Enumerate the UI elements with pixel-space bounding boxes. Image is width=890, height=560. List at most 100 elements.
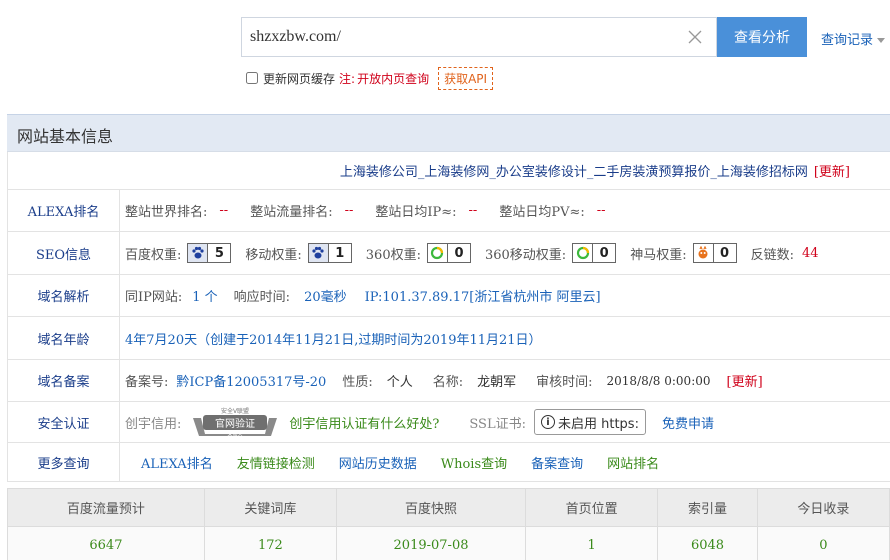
seal-main-text: 官网验证	[215, 417, 255, 430]
s360-weight-key: 360权重:	[365, 247, 421, 263]
stats-header: 首页位置	[525, 488, 659, 527]
official-verification-seal-icon[interactable]: 安全V联盟 官网验证 未加入	[191, 406, 279, 438]
s360-weight-value: 0	[454, 245, 464, 261]
search-box[interactable]	[241, 17, 717, 57]
section-title: 网站基本信息	[7, 114, 890, 152]
caret-down-icon	[877, 38, 886, 43]
icp-time-key: 审核时间:	[536, 375, 593, 390]
more-label: 更多查询	[8, 443, 120, 481]
ssl-status-badge[interactable]: i 未启用 https:	[533, 409, 646, 435]
alexa-content: 整站世界排名: -- 整站流量排名: -- 整站日均IP≈: -- 整站日均PV…	[120, 201, 890, 220]
shenma-horse-icon	[693, 244, 714, 262]
alexa-world-rank-key: 整站世界排名:	[125, 205, 208, 220]
s360-weight-badge[interactable]: 0	[426, 243, 471, 263]
stats-header: 索引量	[657, 488, 758, 527]
domain-age-value: 4年7月20天（创建于2014年11月21日,过期时间为2019年11月21日）	[125, 332, 542, 348]
domain-age-content: 4年7月20天（创建于2014年11月21日,过期时间为2019年11月21日）	[120, 329, 890, 348]
query-history-label: 查询记录	[821, 33, 874, 48]
domain-age-row: 域名年龄 4年7月20天（创建于2014年11月21日,过期时间为2019年11…	[8, 317, 890, 360]
more-link-rank[interactable]: 网站排名	[607, 453, 659, 472]
s360-mobile-weight-badge[interactable]: 0	[572, 243, 617, 263]
trust-key: 创宇信用:	[125, 416, 182, 432]
site-title-row: 上海装修公司_上海装修网_办公室装修设计_二手房装潢预算报价_上海装修招标网 […	[8, 152, 890, 190]
alexa-daily-ip-key: 整站日均IP≈:	[375, 205, 457, 220]
more-link-history[interactable]: 网站历史数据	[339, 453, 417, 472]
s360-mobile-weight-value: 0	[599, 245, 609, 261]
seo-row: SEO信息 百度权重: 5 移动权重: 1 360权重: 0 360移动权重: …	[8, 232, 890, 275]
baidu-weight-badge[interactable]: 5	[187, 243, 232, 263]
baidu-weight-key: 百度权重:	[125, 247, 182, 263]
response-time-value: 20毫秒	[304, 290, 347, 305]
baidu-mobile-paw-icon	[308, 244, 329, 262]
stats-value[interactable]: 172	[203, 526, 337, 560]
free-ssl-link[interactable]: 免费申请	[662, 413, 714, 432]
note-value: 开放内页查询	[357, 71, 430, 86]
security-content: 创宇信用: 安全V联盟 官网验证 未加入 创宇信用认证有什么好处? SSL证书:…	[120, 406, 890, 438]
icp-no-value[interactable]: 黔ICP备12005317号-20	[176, 371, 326, 390]
stats-value[interactable]: 6647	[7, 526, 205, 560]
same-ip-key: 同IP网站:	[125, 290, 183, 305]
ssl-status-text: 未启用 https:	[557, 416, 639, 432]
shenma-weight-key: 神马权重:	[630, 247, 687, 263]
query-history-dropdown[interactable]: 查询记录	[821, 29, 886, 48]
seal-top-text: 安全V联盟	[221, 407, 249, 415]
stats-header: 关键词库	[203, 488, 337, 527]
alexa-world-rank-value: --	[219, 203, 229, 218]
backlink-key: 反链数:	[750, 247, 794, 263]
shenma-weight-value: 0	[720, 245, 730, 261]
alexa-label: ALEXA排名	[8, 190, 120, 231]
domain-age-label: 域名年龄	[8, 317, 120, 359]
more-links: ALEXA排名 友情链接检测 网站历史数据 Whois查询 备案查询 网站排名	[120, 453, 890, 472]
s360-mobile-icon	[573, 244, 594, 262]
stats-value[interactable]: 0	[756, 526, 890, 560]
dns-content: 同IP网站: 1 个 响应时间: 20毫秒 IP:101.37.89.17[浙江…	[120, 286, 890, 305]
backlink-value[interactable]: 44	[802, 246, 819, 261]
s360-icon	[427, 244, 448, 262]
site-title-update-link[interactable]: [更新]	[814, 161, 850, 180]
alexa-traffic-rank-value: --	[344, 203, 354, 218]
security-row: 安全认证 创宇信用: 安全V联盟 官网验证 未加入 创宇信用认证有什么好处? S…	[8, 402, 890, 443]
s360-mobile-weight-key: 360移动权重:	[484, 247, 567, 263]
stats-value[interactable]: 1	[525, 526, 659, 560]
baidu-weight-value: 5	[214, 245, 224, 261]
stats-header: 今日收录	[756, 488, 890, 527]
more-link-friendlinks[interactable]: 友情链接检测	[237, 453, 315, 472]
more-link-icp[interactable]: 备案查询	[531, 453, 583, 472]
icp-update-link[interactable]: [更新]	[727, 371, 763, 390]
note-key: 注:	[339, 71, 356, 86]
icp-nature-value: 个人	[386, 375, 413, 390]
icp-name-value: 龙朝军	[477, 375, 517, 390]
refresh-cache-label[interactable]: 更新网页缓存	[263, 70, 335, 87]
icp-label: 域名备案	[8, 360, 120, 401]
search-input[interactable]	[250, 26, 670, 48]
alexa-daily-ip-value: --	[468, 203, 478, 218]
get-api-link[interactable]: 获取API	[438, 66, 494, 90]
stats-header: 百度快照	[335, 488, 527, 527]
alexa-daily-pv-key: 整站日均PV≈:	[499, 205, 585, 220]
mobile-weight-key: 移动权重:	[245, 247, 302, 263]
close-icon[interactable]	[686, 28, 704, 46]
stats-value-row: 6647 172 2019-07-08 1 6048 0	[7, 526, 890, 560]
alexa-daily-pv-value: --	[596, 203, 606, 218]
info-icon: i	[540, 415, 555, 429]
dns-label: 域名解析	[8, 275, 120, 316]
alexa-row: ALEXA排名 整站世界排名: -- 整站流量排名: -- 整站日均IP≈: -…	[8, 190, 890, 232]
trust-benefits-link[interactable]: 创宇信用认证有什么好处?	[289, 413, 439, 432]
icp-time-value: 2018/8/8 0:00:00	[606, 373, 711, 388]
refresh-cache-checkbox[interactable]	[246, 72, 258, 84]
more-link-whois[interactable]: Whois查询	[441, 453, 507, 472]
icp-row: 域名备案 备案号: 黔ICP备12005317号-20 性质: 个人 名称: 龙…	[8, 360, 890, 402]
baidu-paw-icon	[188, 244, 209, 262]
more-link-alexa[interactable]: ALEXA排名	[141, 453, 213, 472]
shenma-weight-badge[interactable]: 0	[692, 243, 737, 263]
alexa-traffic-rank-key: 整站流量排名:	[250, 205, 333, 220]
same-ip-value[interactable]: 1 个	[192, 286, 217, 305]
search-button[interactable]: 查看分析	[717, 17, 807, 57]
icp-no-key: 备案号:	[125, 375, 169, 390]
stats-value[interactable]: 6048	[657, 526, 758, 560]
icp-content: 备案号: 黔ICP备12005317号-20 性质: 个人 名称: 龙朝军 审核…	[120, 371, 890, 391]
search-options: 更新网页缓存 注: 开放内页查询 获取API	[246, 66, 494, 90]
stats-header: 百度流量预计	[7, 488, 205, 527]
stats-value[interactable]: 2019-07-08	[335, 526, 527, 560]
mobile-weight-badge[interactable]: 1	[307, 243, 352, 263]
